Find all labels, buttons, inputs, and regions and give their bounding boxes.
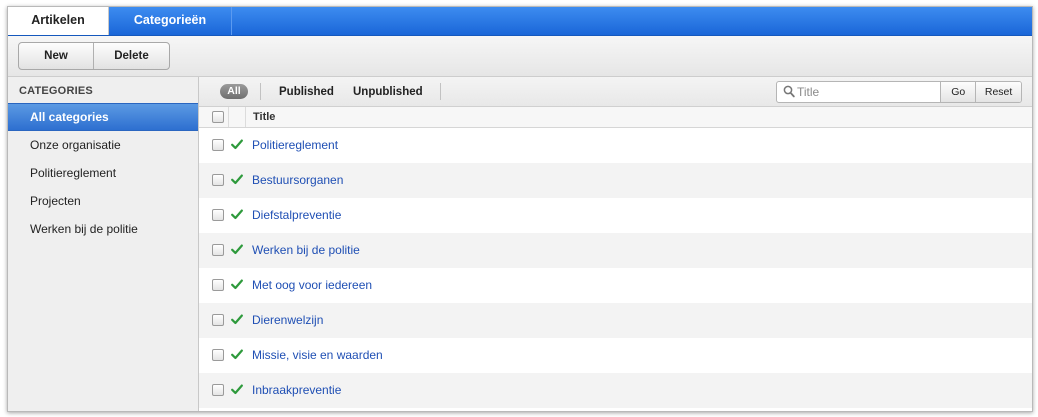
table-row: Met oog voor iedereen [199,268,1032,303]
row-checkbox[interactable] [212,349,224,361]
article-title-link[interactable]: Dierenwelzijn [252,303,323,337]
tab-bar: Artikelen Categorieën [8,7,1032,36]
table-row: Inbraakpreventie [199,373,1032,408]
delete-button[interactable]: Delete [94,43,169,69]
sidebar-item-label: Politiereglement [30,166,117,180]
search-input[interactable] [797,82,937,102]
tab-categorieen[interactable]: Categorieën [109,7,232,35]
table-row: Diefstalpreventie [199,198,1032,233]
sidebar-item-label: Werken bij de politie [30,222,138,236]
magnifier-icon [783,85,795,101]
article-title-link[interactable]: Met oog voor iedereen [252,268,372,302]
article-title-link[interactable]: Missie, visie en waarden [252,338,383,372]
divider [260,83,261,100]
row-checkbox[interactable] [212,244,224,256]
article-list: All Published Unpublished Go Reset [199,77,1032,411]
window: Artikelen Categorieën New Delete CATEGOR… [7,6,1033,412]
column-divider [228,107,229,127]
column-divider [245,107,246,127]
sidebar-item-politiereglement[interactable]: Politiereglement [8,159,198,187]
sidebar-item-onze-organisatie[interactable]: Onze organisatie [8,131,198,159]
reset-button[interactable]: Reset [976,82,1021,102]
article-title-link[interactable]: Diefstalpreventie [252,198,341,232]
row-checkbox[interactable] [212,279,224,291]
row-checkbox[interactable] [212,209,224,221]
divider [440,83,441,100]
sidebar-item-all-categories[interactable]: All categories [8,103,198,131]
search-box: Go Reset [776,81,1022,103]
sidebar-item-projecten[interactable]: Projecten [8,187,198,215]
checkmark-icon[interactable] [231,314,243,328]
article-title-link[interactable]: Werken bij de politie [252,233,360,267]
sidebar-item-werken-bij-de-politie[interactable]: Werken bij de politie [8,215,198,243]
article-title-link[interactable]: Bestuursorganen [252,163,343,197]
sidebar-item-label: Onze organisatie [30,138,121,152]
checkmark-icon[interactable] [231,174,243,188]
article-title-link[interactable]: Inbraakpreventie [252,373,341,407]
filter-all-button[interactable]: All [220,84,248,99]
title-column-header[interactable]: Title [253,107,275,127]
table-row: Bestuursorganen [199,163,1032,198]
table-row: Missie, visie en waarden [199,338,1032,373]
toolbar: New Delete [8,36,1032,77]
table-row: Werken bij de politie [199,233,1032,268]
article-title-link[interactable]: Politiereglement [252,128,338,162]
row-checkbox[interactable] [212,174,224,186]
filter-bar: All Published Unpublished Go Reset [199,77,1032,107]
checkmark-icon[interactable] [231,139,243,153]
sidebar-item-label: Projecten [30,194,81,208]
row-checkbox[interactable] [212,314,224,326]
filter-unpublished-button[interactable]: Unpublished [353,77,423,107]
sidebar-item-label: All categories [30,110,109,124]
table-row: Politiereglement [199,128,1032,163]
checkmark-icon[interactable] [231,349,243,363]
sidebar-header: CATEGORIES [19,85,93,97]
checkmark-icon[interactable] [231,384,243,398]
search-field [777,82,942,102]
filter-published-button[interactable]: Published [279,77,334,107]
go-button[interactable]: Go [941,82,977,102]
row-checkbox[interactable] [212,139,224,151]
table-body: Politiereglement Bestuursorganen Diefsta… [199,128,1032,408]
checkmark-icon[interactable] [231,279,243,293]
tab-artikelen[interactable]: Artikelen [8,7,109,35]
table-header: Title [199,107,1032,128]
action-button-group: New Delete [18,42,170,70]
checkmark-icon[interactable] [231,244,243,258]
checkmark-icon[interactable] [231,209,243,223]
new-button[interactable]: New [19,43,94,69]
categories-sidebar: CATEGORIES All categories Onze organisat… [8,77,199,411]
table-row: Dierenwelzijn [199,303,1032,338]
select-all-checkbox[interactable] [212,111,224,123]
row-checkbox[interactable] [212,384,224,396]
